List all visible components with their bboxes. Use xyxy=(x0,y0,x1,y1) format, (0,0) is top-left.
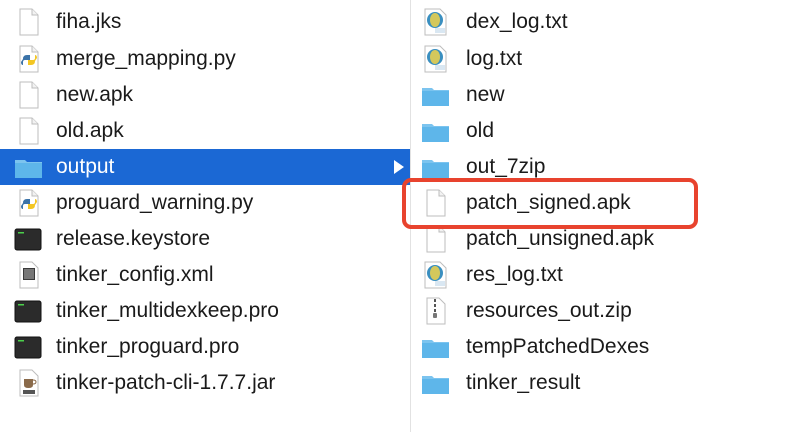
file-name: resources_out.zip xyxy=(466,299,632,322)
file-item-log-txt[interactable]: log.txt xyxy=(411,41,788,77)
file-item-resources-out-zip[interactable]: resources_out.zip xyxy=(411,293,788,329)
folder-icon xyxy=(421,333,449,361)
file-name: proguard_warning.py xyxy=(56,191,254,214)
file-name: output xyxy=(56,155,115,178)
file-name: res_log.txt xyxy=(466,263,563,286)
file-item-temp-patched-dexes[interactable]: tempPatchedDexes xyxy=(411,329,788,365)
file-name: tinker-patch-cli-1.7.7.jar xyxy=(56,371,276,394)
file-item-new-folder[interactable]: new xyxy=(411,77,788,113)
folder-icon xyxy=(14,153,42,181)
file-item-release-keystore[interactable]: release.keystore xyxy=(0,221,410,257)
file-name: new xyxy=(466,83,505,106)
python-file-icon xyxy=(14,189,42,217)
file-name: tinker_multidexkeep.pro xyxy=(56,299,279,322)
file-name: old.apk xyxy=(56,119,124,142)
text-file-icon xyxy=(421,8,449,36)
document-icon xyxy=(14,117,42,145)
file-name: tinker_proguard.pro xyxy=(56,335,240,358)
text-file-icon xyxy=(421,261,449,289)
file-item-tinker-result[interactable]: tinker_result xyxy=(411,365,788,401)
file-item-new-apk[interactable]: new.apk xyxy=(0,77,410,113)
file-item-tinker-multidexkeep-pro[interactable]: tinker_multidexkeep.pro xyxy=(0,293,410,329)
terminal-file-icon xyxy=(14,225,42,253)
folder-icon xyxy=(421,81,449,109)
terminal-file-icon xyxy=(14,297,42,325)
folder-icon xyxy=(421,117,449,145)
file-item-tinker-patch-cli-jar[interactable]: tinker-patch-cli-1.7.7.jar xyxy=(0,365,410,401)
file-name: fiha.jks xyxy=(56,10,122,33)
file-name: tinker_result xyxy=(466,371,581,394)
folder-icon xyxy=(421,153,449,181)
file-item-output[interactable]: output xyxy=(0,149,410,185)
file-item-old-folder[interactable]: old xyxy=(411,113,788,149)
file-name: tempPatchedDexes xyxy=(466,335,650,358)
file-item-fiha-jks[interactable]: fiha.jks xyxy=(0,4,410,40)
file-item-proguard-warning-py[interactable]: proguard_warning.py xyxy=(0,185,410,221)
file-name: old xyxy=(466,119,495,142)
jar-file-icon xyxy=(14,369,42,397)
document-icon xyxy=(421,225,449,253)
file-column-left: fiha.jks merge_mapping.py new.apk old.ap… xyxy=(0,0,410,432)
file-item-old-apk[interactable]: old.apk xyxy=(0,113,410,149)
file-name: release.keystore xyxy=(56,227,211,250)
python-file-icon xyxy=(14,45,42,73)
chevron-right-icon xyxy=(394,160,404,174)
file-name: dex_log.txt xyxy=(466,10,568,33)
terminal-file-icon xyxy=(14,333,42,361)
file-item-dex-log-txt[interactable]: dex_log.txt xyxy=(411,4,788,40)
file-item-merge-mapping-py[interactable]: merge_mapping.py xyxy=(0,41,410,77)
zip-file-icon xyxy=(421,297,449,325)
xml-file-icon xyxy=(14,261,42,289)
file-name: merge_mapping.py xyxy=(56,47,236,70)
highlight-annotation-box xyxy=(402,178,698,229)
file-item-tinker-proguard-pro[interactable]: tinker_proguard.pro xyxy=(0,329,410,365)
file-item-tinker-config-xml[interactable]: tinker_config.xml xyxy=(0,257,410,293)
file-name: new.apk xyxy=(56,83,134,106)
file-item-res-log-txt[interactable]: res_log.txt xyxy=(411,257,788,293)
document-icon xyxy=(14,81,42,109)
document-icon xyxy=(14,8,42,36)
file-name: log.txt xyxy=(466,47,523,70)
folder-icon xyxy=(421,369,449,397)
file-name: tinker_config.xml xyxy=(56,263,214,286)
text-file-icon xyxy=(421,45,449,73)
